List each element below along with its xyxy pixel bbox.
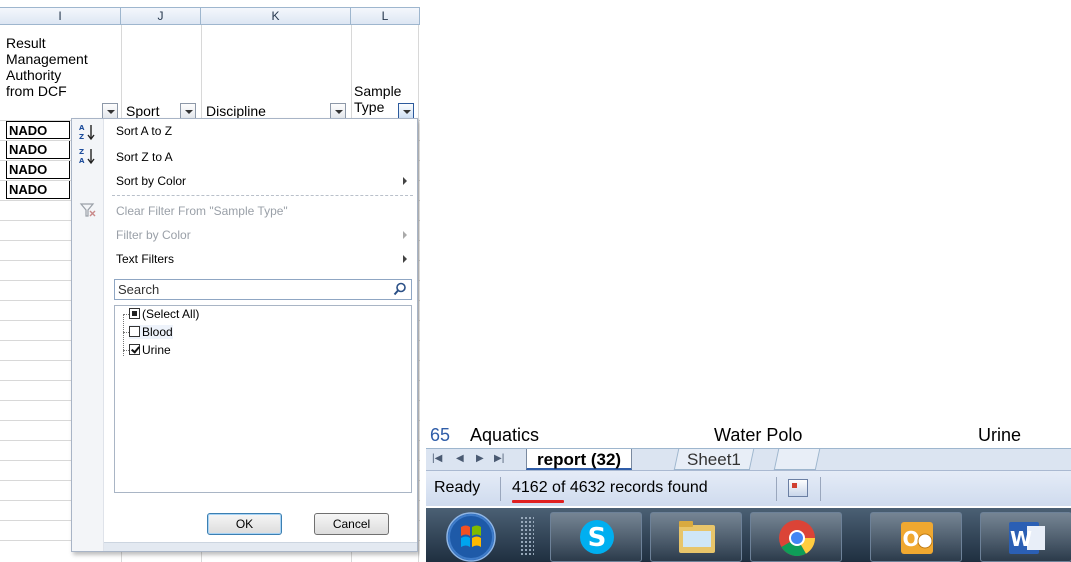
filter-dropdown-button-k[interactable] xyxy=(330,103,346,119)
option-label: (Select All) xyxy=(142,307,200,321)
header-text: Sample xyxy=(354,83,402,99)
status-ready: Ready xyxy=(434,479,481,496)
search-input[interactable]: Search xyxy=(114,279,412,300)
column-header-i[interactable]: I xyxy=(0,7,121,25)
status-divider xyxy=(820,477,821,501)
column-header-j[interactable]: J xyxy=(121,7,201,25)
sheet-tab-bar: |◀ ◀ ▶ ▶| report (32) Sheet1 xyxy=(426,448,1071,470)
ok-button[interactable]: OK xyxy=(207,513,282,535)
first-sheet-icon[interactable]: |◀ xyxy=(432,453,442,464)
menu-text-filters[interactable]: Text Filters xyxy=(116,251,174,267)
header-text: Authority xyxy=(6,67,62,83)
menu-sort-by-color[interactable]: Sort by Color xyxy=(116,173,186,189)
table-row: 65 Aquatics Water Polo Urine xyxy=(426,422,1071,448)
column-header-l[interactable]: L xyxy=(351,7,420,25)
tab-sheet1[interactable]: Sheet1 xyxy=(673,449,755,470)
status-bar: Ready 4162 of 4632 records found xyxy=(426,470,1071,506)
option-select-all[interactable]: (Select All) xyxy=(129,307,199,321)
svg-text:Z: Z xyxy=(79,148,84,156)
cancel-button[interactable]: Cancel xyxy=(314,513,389,535)
checkbox-unchecked-icon[interactable] xyxy=(129,326,140,337)
menu-gutter xyxy=(72,119,104,551)
svg-text:A: A xyxy=(79,124,85,132)
header-text: from DCF xyxy=(6,83,67,99)
header-text: Management xyxy=(6,51,88,67)
header-text: Discipline xyxy=(206,103,266,119)
menu-sort-az[interactable]: Sort A to Z xyxy=(116,123,172,139)
taskbar-grip xyxy=(520,516,534,556)
word-icon: W xyxy=(1009,522,1045,554)
svg-text:A: A xyxy=(79,157,85,165)
option-urine[interactable]: Urine xyxy=(129,343,171,357)
filter-dropdown-button-i[interactable] xyxy=(102,103,118,119)
start-button-icon[interactable] xyxy=(428,512,514,562)
menu-sort-za[interactable]: Sort Z to A xyxy=(116,149,173,165)
table-cell[interactable]: NADO xyxy=(6,161,70,179)
spreadsheet-panel: I J K L Result Management Authority from… xyxy=(0,0,420,562)
taskbar-skype-button[interactable]: S xyxy=(550,512,642,562)
status-records-found: 4162 of 4632 records found xyxy=(512,479,708,496)
chrome-icon xyxy=(779,520,815,557)
macro-record-icon[interactable] xyxy=(788,479,808,497)
folder-icon xyxy=(679,521,715,553)
windows-taskbar: S O W xyxy=(426,508,1071,562)
sort-az-icon: A Z xyxy=(78,123,98,141)
submenu-arrow-icon xyxy=(403,255,407,263)
svg-text:S: S xyxy=(588,523,607,553)
insert-sheet-icon[interactable] xyxy=(773,449,821,470)
zoomed-excel-status-area: 65 Aquatics Water Polo Urine |◀ ◀ ▶ ▶| r… xyxy=(426,422,1071,562)
menu-clear-filter: Clear Filter From "Sample Type" xyxy=(116,204,288,218)
taskbar-word-button[interactable]: W xyxy=(980,512,1071,562)
header-text: Sport xyxy=(126,103,160,119)
taskbar-explorer-button[interactable] xyxy=(650,512,742,562)
status-divider xyxy=(776,477,777,501)
filter-dropdown-button-j[interactable] xyxy=(180,103,196,119)
svg-text:Z: Z xyxy=(79,133,84,141)
submenu-arrow-icon xyxy=(403,177,407,185)
table-cell[interactable]: NADO xyxy=(6,121,70,139)
highlight-underline xyxy=(512,500,564,503)
option-blood[interactable]: Blood xyxy=(129,325,173,339)
option-label: Urine xyxy=(142,343,171,357)
svg-text:W: W xyxy=(1010,527,1032,551)
header-text: Result xyxy=(6,35,46,51)
filter-values-list[interactable]: (Select All) Blood Urine xyxy=(114,305,412,493)
filter-dropdown-button-l[interactable] xyxy=(398,103,414,119)
header-cell-discipline[interactable]: Discipline xyxy=(204,25,351,120)
table-cell[interactable]: Aquatics xyxy=(470,422,539,448)
clear-filter-icon xyxy=(78,201,98,219)
header-text: Type xyxy=(354,99,385,115)
taskbar-chrome-button[interactable] xyxy=(750,512,842,562)
table-cell[interactable]: Water Polo xyxy=(714,422,802,448)
autofilter-menu: A Z Sort A to Z Z A Sort Z to A Sort by … xyxy=(71,118,418,552)
checkbox-checked-icon[interactable] xyxy=(129,344,140,355)
outlook-icon: O xyxy=(901,522,933,554)
submenu-arrow-icon xyxy=(403,231,407,239)
tab-report[interactable]: report (32) xyxy=(526,449,633,470)
skype-icon: S xyxy=(580,520,614,554)
sort-za-icon: Z A xyxy=(78,147,98,165)
column-header-k[interactable]: K xyxy=(201,7,351,25)
prev-sheet-icon[interactable]: ◀ xyxy=(456,453,464,464)
grid-line xyxy=(418,25,419,562)
taskbar-outlook-button[interactable]: O xyxy=(870,512,962,562)
option-label: Blood xyxy=(142,325,173,339)
table-cell[interactable]: NADO xyxy=(6,181,70,199)
search-placeholder: Search xyxy=(118,282,160,297)
table-cell[interactable]: Urine xyxy=(978,422,1021,448)
checkbox-mixed-icon[interactable] xyxy=(129,308,140,319)
svg-text:O: O xyxy=(902,527,919,551)
table-cell[interactable]: NADO xyxy=(6,141,70,159)
menu-filter-by-color: Filter by Color xyxy=(116,228,191,242)
tab-label: Sheet1 xyxy=(687,450,741,469)
row-number: 65 xyxy=(430,425,451,445)
last-sheet-icon[interactable]: ▶| xyxy=(494,453,504,464)
menu-separator xyxy=(112,195,413,196)
resize-grip[interactable] xyxy=(104,542,417,551)
status-divider xyxy=(500,477,501,501)
search-icon xyxy=(393,282,406,296)
next-sheet-icon[interactable]: ▶ xyxy=(476,453,484,464)
